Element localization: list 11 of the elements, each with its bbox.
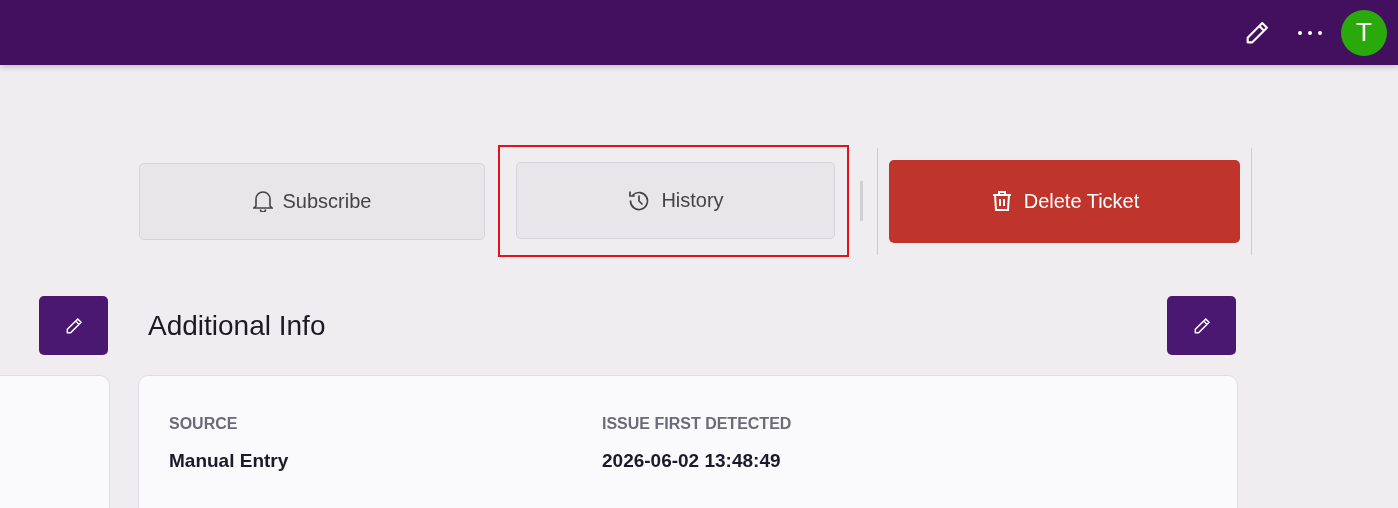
bell-icon <box>252 190 273 212</box>
subscribe-button[interactable]: Subscribe <box>139 162 485 240</box>
more-icon <box>1297 29 1323 36</box>
history-button[interactable]: History <box>516 162 835 239</box>
section-title: Additional Info <box>148 309 326 342</box>
field-value: Manual Entry <box>169 450 290 472</box>
delete-button[interactable]: Delete Ticket <box>889 159 1240 243</box>
field-value: 2026-06-02 13:48:49 <box>602 450 782 472</box>
more-button[interactable] <box>1297 29 1323 36</box>
field-label: ISSUE FIRST DETECTED <box>602 415 793 433</box>
field-label: SOURCE <box>169 415 239 433</box>
